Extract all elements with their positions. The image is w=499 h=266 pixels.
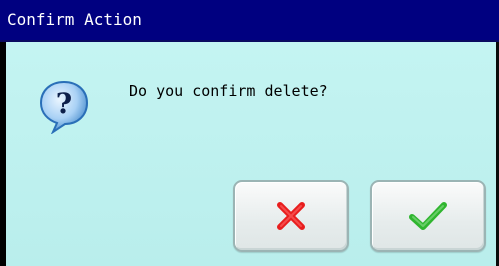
question-icon: ? bbox=[36, 78, 92, 135]
dialog-title: Confirm Action bbox=[7, 10, 142, 29]
cancel-button[interactable] bbox=[233, 180, 349, 252]
dialog-body: ? Do you confirm delete? bbox=[6, 42, 496, 266]
confirm-dialog: Confirm Action ? Do you confirm delete? bbox=[0, 0, 499, 266]
confirm-button[interactable] bbox=[370, 180, 486, 252]
confirm-message: Do you confirm delete? bbox=[129, 82, 328, 100]
svg-text:?: ? bbox=[56, 87, 72, 120]
red-x-icon bbox=[277, 202, 305, 230]
title-bar[interactable]: Confirm Action bbox=[0, 0, 499, 42]
green-check-icon bbox=[409, 202, 447, 230]
